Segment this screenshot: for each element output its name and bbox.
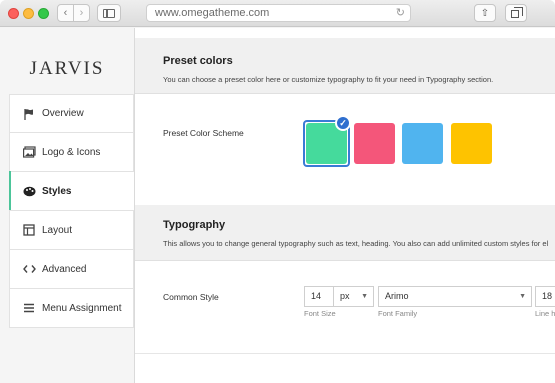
close-window-button[interactable] — [8, 8, 19, 19]
sidebar-item-label: Logo & Icons — [42, 146, 101, 158]
flag-icon — [22, 108, 36, 120]
brand-logo: JARVIS — [29, 58, 105, 79]
sidebar-item-advanced[interactable]: Advanced — [9, 250, 134, 289]
sidebar-item-logo-icons[interactable]: Logo & Icons — [9, 133, 134, 172]
unit-value: px — [340, 291, 350, 301]
font-family-hint: Font Family — [378, 309, 418, 318]
check-icon: ✓ — [335, 115, 351, 131]
swatch-pink[interactable] — [354, 123, 395, 164]
settings-sidebar: JARVIS Overview Logo & Icons Styles Layo… — [0, 28, 134, 383]
sidebar-item-label: Advanced — [42, 263, 87, 275]
section-description: This allows you to change general typogr… — [163, 239, 549, 248]
browser-window: ‹ › www.omegatheme.com ↻ ⇧ JARVIS Overvi… — [0, 0, 555, 383]
reload-icon[interactable]: ↻ — [396, 6, 405, 19]
font-family-value: Arimo — [385, 291, 409, 301]
section-description: You can choose a preset color here or cu… — [163, 75, 494, 84]
caret-down-icon: ▼ — [519, 293, 526, 300]
sidebar-item-menu-assignment[interactable]: Menu Assignment — [9, 289, 134, 328]
swatch-blue[interactable] — [402, 123, 443, 164]
share-button[interactable]: ⇧ — [474, 4, 496, 22]
sidebar-item-layout[interactable]: Layout — [9, 211, 134, 250]
menu-icon — [22, 302, 36, 314]
url-text: www.omegatheme.com — [155, 7, 270, 19]
tabs-overview-button[interactable] — [505, 4, 527, 22]
preset-color-scheme-label: Preset Color Scheme — [163, 128, 244, 138]
caret-down-icon: ▼ — [361, 293, 368, 300]
chevron-left-icon: ‹ — [63, 7, 68, 19]
line-height-input[interactable]: 18 — [535, 286, 555, 307]
title-bar: ‹ › www.omegatheme.com ↻ ⇧ — [0, 0, 555, 27]
image-icon — [22, 146, 36, 158]
unit-select[interactable]: px ▼ — [334, 286, 374, 307]
section-title: Preset colors — [163, 55, 233, 67]
styles-panel: Preset colors You can choose a preset co… — [134, 28, 555, 383]
swatch-yellow[interactable] — [451, 123, 492, 164]
share-icon: ⇧ — [480, 7, 490, 19]
sidebar-item-label: Menu Assignment — [42, 302, 122, 314]
chevron-right-icon: › — [79, 7, 84, 19]
address-bar[interactable]: www.omegatheme.com ↻ — [146, 4, 411, 22]
sidebar-item-label: Overview — [42, 108, 84, 119]
forward-button[interactable]: › — [73, 4, 90, 22]
back-button[interactable]: ‹ — [57, 4, 74, 22]
layout-icon — [22, 224, 36, 236]
tabs-icon — [511, 7, 523, 18]
font-family-select[interactable]: Arimo ▼ — [378, 286, 532, 307]
typography-header: Typography This allows you to change gen… — [135, 205, 555, 261]
font-size-hint: Font Size — [304, 309, 336, 318]
sidebar-item-label: Styles — [42, 185, 72, 197]
preset-colors-header: Preset colors You can choose a preset co… — [135, 38, 555, 94]
sidebar-menu: Overview Logo & Icons Styles Layout Adva… — [9, 94, 134, 328]
sidebar-icon — [103, 8, 115, 18]
minimize-window-button[interactable] — [23, 8, 34, 19]
code-icon — [22, 263, 36, 275]
line-height-hint: Line h — [535, 309, 555, 318]
palette-icon — [22, 185, 36, 197]
sidebar-item-overview[interactable]: Overview — [9, 94, 134, 133]
divider — [135, 353, 555, 354]
zoom-window-button[interactable] — [38, 8, 49, 19]
section-title: Typography — [163, 219, 226, 231]
common-style-label: Common Style — [163, 292, 219, 302]
sidebar-toggle-button[interactable] — [97, 4, 121, 22]
font-size-input[interactable]: 14 — [304, 286, 334, 307]
sidebar-item-label: Layout — [42, 224, 73, 236]
sidebar-item-styles[interactable]: Styles — [9, 171, 134, 211]
